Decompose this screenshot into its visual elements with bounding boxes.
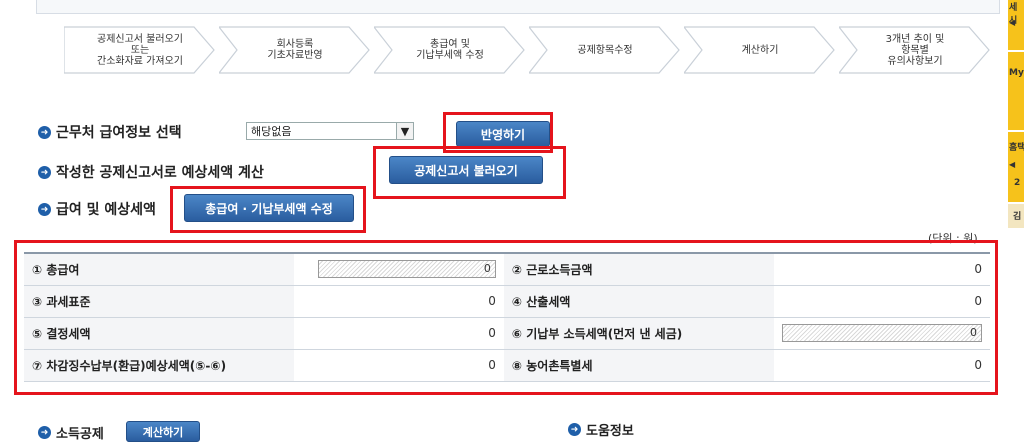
- arrow-right-circle-icon: ➜: [568, 423, 581, 436]
- quick-menu-text-2: My: [1009, 68, 1024, 78]
- row-label-left: ① 총급여: [24, 252, 295, 286]
- step-label: 총급여 및 기납부세액 수정: [416, 39, 484, 61]
- disabled-amount-field[interactable]: 0: [317, 260, 496, 279]
- row-label-right: ② 근로소득금액: [503, 252, 774, 286]
- section-estimate-title: 작성한 공제신고서로 예상세액 계산: [56, 165, 264, 181]
- amount-value: 0: [488, 294, 496, 308]
- quick-menu-text-3: 홈택: [1009, 143, 1024, 153]
- step-5[interactable]: 계산하기: [684, 26, 836, 74]
- row-value-right: 0: [773, 252, 990, 286]
- step-label: 회사등록 기초자료반영: [267, 39, 323, 61]
- row-value-left: 0: [294, 349, 504, 382]
- arrow-left-icon: ◀: [1009, 18, 1016, 27]
- quick-menu-block-4[interactable]: 김: [1008, 204, 1024, 228]
- edit-salary-tax-button[interactable]: 총급여 · 기납부세액 수정: [184, 194, 354, 222]
- row-label-right: ⑧ 농어촌특별세: [503, 349, 774, 382]
- arrow-right-circle-icon: ➜: [38, 203, 51, 216]
- amount-value: 0: [974, 294, 982, 308]
- row-label-right: ④ 산출세액: [503, 285, 774, 318]
- row-label-left: ⑤ 결정세액: [24, 317, 295, 350]
- table-row: ⑦ 차감징수납부(환급)예상세액(⑤-⑥) 0 ⑧ 농어촌특별세 0: [24, 349, 990, 382]
- process-steps: 공제신고서 불러오기 또는 간소화자료 가져오기 회사등록 기초자료반영 총급여 및…: [64, 26, 990, 74]
- row-value-left[interactable]: 0: [294, 252, 504, 286]
- section-workplace-title: 근무처 급여정보 선택: [56, 125, 182, 141]
- row-value-right: 0: [773, 349, 990, 382]
- quick-menu-block-1[interactable]: 세 시 ◀: [1008, 0, 1024, 50]
- amount-value: 0: [974, 358, 982, 372]
- table-row: ① 총급여 0 ② 근로소득금액 0: [24, 252, 990, 286]
- row-value-right[interactable]: 0: [773, 317, 990, 350]
- section-deduction-title: 소득공제: [56, 427, 104, 442]
- step-3[interactable]: 총급여 및 기납부세액 수정: [374, 26, 526, 74]
- row-value-left: 0: [294, 317, 504, 350]
- section-help-title: 도움정보: [586, 424, 634, 439]
- arrow-left-icon: ◀: [1009, 160, 1016, 169]
- row-label-right: ⑥ 기납부 소득세액(먼저 낸 세금): [503, 317, 774, 350]
- step-2[interactable]: 회사등록 기초자료반영: [219, 26, 371, 74]
- disabled-amount-field[interactable]: 0: [782, 324, 982, 342]
- step-label: 공제신고서 불러오기 또는 간소화자료 가져오기: [97, 33, 183, 67]
- quick-menu-block-2[interactable]: My: [1008, 52, 1024, 130]
- table-row: ③ 과세표준 0 ④ 산출세액 0: [24, 285, 990, 318]
- section-salary-title: 급여 및 예상세액: [56, 202, 156, 218]
- step-label: 3개년 추이 및 항목별 유의사항보기: [885, 33, 945, 67]
- chevron-down-icon[interactable]: ▼: [396, 123, 413, 139]
- quick-menu-text-4: 2: [1014, 178, 1021, 188]
- step-1[interactable]: 공제신고서 불러오기 또는 간소화자료 가져오기: [64, 26, 216, 74]
- apply-button[interactable]: 반영하기: [456, 121, 550, 147]
- step-label: 계산하기: [741, 44, 779, 56]
- tax-summary-table: ① 총급여 0 ② 근로소득금액 0 ③ 과세표준 0 ④ 산출세액 0 ⑤ 결정세액 0 ⑥ 기납…: [24, 252, 990, 382]
- table-row: ⑤ 결정세액 0 ⑥ 기납부 소득세액(먼저 낸 세금) 0: [24, 317, 990, 350]
- amount-value: 0: [488, 358, 496, 372]
- row-label-left: ③ 과세표준: [24, 285, 295, 318]
- step-4[interactable]: 공제항목수정: [529, 26, 681, 74]
- arrow-right-circle-icon: ➜: [38, 166, 51, 179]
- right-quick-menu: 세 시 ◀ My 홈택 ◀ 2 김: [1008, 0, 1024, 440]
- quick-menu-block-3[interactable]: 홈택 ◀ 2: [1008, 132, 1024, 202]
- row-label-left: ⑦ 차감징수납부(환급)예상세액(⑤-⑥): [24, 349, 295, 382]
- workplace-select-value: 해당없음: [251, 125, 292, 138]
- load-declaration-button[interactable]: 공제신고서 불러오기: [389, 156, 543, 184]
- row-value-right: 0: [773, 285, 990, 318]
- workplace-select[interactable]: 해당없음 ▼: [246, 122, 414, 140]
- arrow-right-circle-icon: ➜: [38, 426, 51, 439]
- step-label: 공제항목수정: [577, 44, 633, 56]
- row-value-left: 0: [294, 285, 504, 318]
- step-6[interactable]: 3개년 추이 및 항목별 유의사항보기: [839, 26, 991, 74]
- quick-menu-text-5: 김: [1013, 212, 1022, 222]
- amount-value: 0: [488, 326, 496, 340]
- arrow-right-circle-icon: ➜: [38, 126, 51, 139]
- amount-value: 0: [974, 262, 982, 277]
- top-panel-edge: [36, 0, 1000, 14]
- calculate-button[interactable]: 계산하기: [126, 421, 200, 442]
